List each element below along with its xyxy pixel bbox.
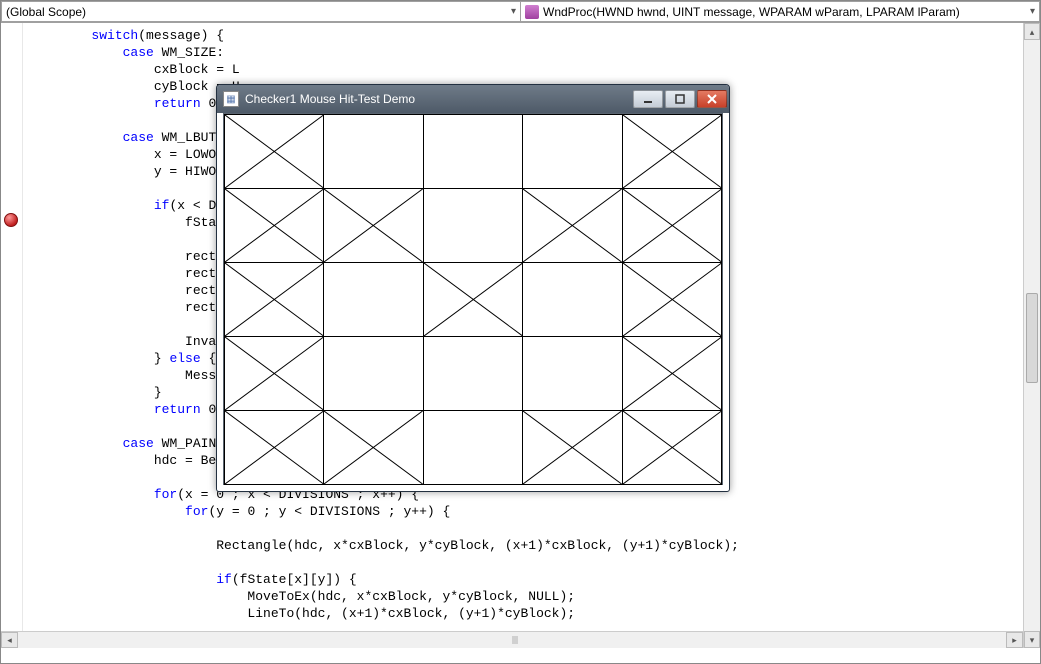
chevron-down-icon: ▾ [1030,6,1035,17]
grid-cell[interactable] [224,336,325,411]
grid-cell[interactable] [224,114,325,189]
vertical-scrollbar[interactable]: ▴ ▾ [1023,23,1040,648]
client-area[interactable] [223,113,723,485]
grid-cell[interactable] [423,410,524,485]
grid-cell[interactable] [323,410,424,485]
window-title: Checker1 Mouse Hit-Test Demo [245,92,633,106]
grid-cell[interactable] [323,188,424,263]
grid-cell[interactable] [522,262,623,337]
checker-grid[interactable] [224,114,722,484]
function-label: WndProc(HWND hwnd, UINT message, WPARAM … [543,5,960,19]
navigation-bar: (Global Scope) ▾ WndProc(HWND hwnd, UINT… [1,1,1040,23]
grid-cell[interactable] [323,114,424,189]
grid-cell[interactable] [622,336,723,411]
function-combo[interactable]: WndProc(HWND hwnd, UINT message, WPARAM … [521,1,1040,22]
scroll-right-button[interactable]: ▸ [1006,632,1023,648]
horizontal-scrollbar[interactable]: ◂ ▸ [1,631,1023,648]
app-window[interactable]: ▦ Checker1 Mouse Hit-Test Demo [216,84,730,492]
grid-cell[interactable] [224,262,325,337]
grid-cell[interactable] [224,188,325,263]
grid-cell[interactable] [423,114,524,189]
grid-cell[interactable] [323,262,424,337]
scroll-left-button[interactable]: ◂ [1,632,18,648]
method-icon [525,5,539,19]
grid-cell[interactable] [423,188,524,263]
grid-cell[interactable] [622,188,723,263]
maximize-button[interactable] [665,90,695,108]
minimize-button[interactable] [633,90,663,108]
grid-cell[interactable] [622,114,723,189]
grid-cell[interactable] [423,262,524,337]
close-button[interactable] [697,90,727,108]
app-icon: ▦ [223,91,239,107]
breakpoint-icon[interactable] [4,213,18,227]
grid-cell[interactable] [522,336,623,411]
grid-cell[interactable] [423,336,524,411]
chevron-down-icon: ▾ [511,6,516,17]
scope-label: (Global Scope) [6,5,86,19]
grid-cell[interactable] [522,114,623,189]
grid-cell[interactable] [522,188,623,263]
grid-cell[interactable] [622,262,723,337]
editor-gutter[interactable] [1,23,23,648]
scroll-marker [512,636,518,644]
grid-cell[interactable] [224,410,325,485]
scroll-up-button[interactable]: ▴ [1024,23,1040,40]
scope-combo[interactable]: (Global Scope) ▾ [1,1,521,22]
titlebar[interactable]: ▦ Checker1 Mouse Hit-Test Demo [217,85,729,113]
grid-cell[interactable] [323,336,424,411]
grid-cell[interactable] [622,410,723,485]
grid-cell[interactable] [522,410,623,485]
scroll-down-button[interactable]: ▾ [1024,631,1040,648]
scroll-thumb[interactable] [1026,293,1038,383]
